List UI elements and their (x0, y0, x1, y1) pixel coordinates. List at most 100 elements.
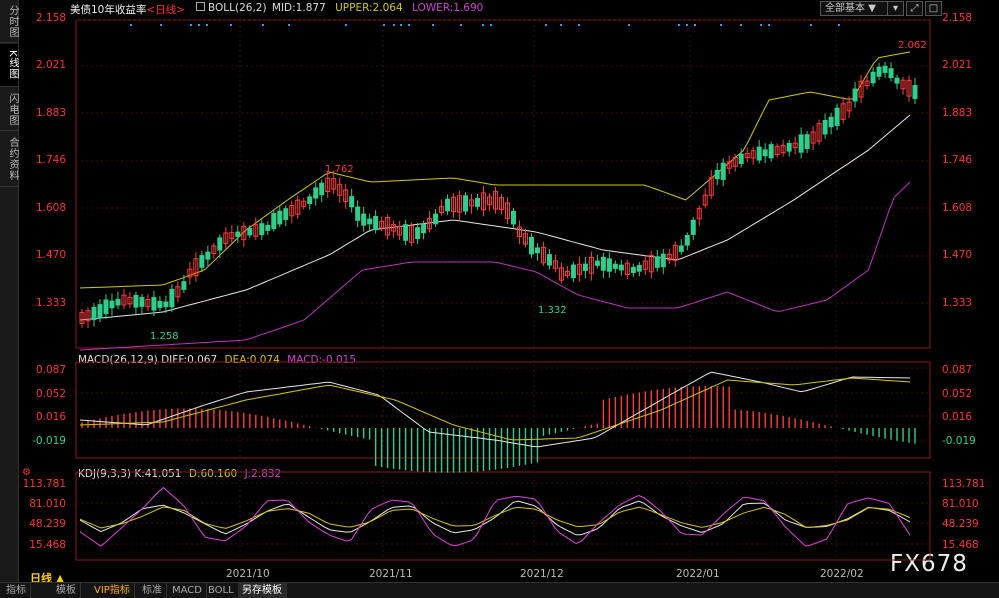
candle-body (97, 304, 103, 319)
boll-lower-line (79, 181, 911, 351)
event-marker-dot (408, 24, 410, 26)
candle-body (852, 88, 858, 102)
candle-body (181, 281, 187, 290)
candle-body (756, 146, 762, 161)
candle-body (822, 119, 828, 135)
candle-body (738, 153, 744, 164)
candle-body (367, 218, 373, 225)
event-marker-dot (560, 24, 562, 26)
event-marker-dot (432, 24, 434, 26)
candle-body (433, 213, 439, 225)
candle-body (355, 206, 361, 221)
bottom-toolbar: 指标 模板 VIP指标 标准 MACD BOLL 另存模板 (0, 582, 999, 598)
candle-body (109, 300, 115, 309)
candle-body (349, 196, 355, 208)
tab-vip-indicator[interactable]: VIP指标 (90, 583, 135, 598)
tab-macd[interactable]: MACD (168, 583, 207, 598)
event-marker-dot (460, 24, 462, 26)
candle-body (421, 223, 427, 234)
candle-body (307, 196, 313, 205)
candle-body (834, 107, 840, 126)
candle-body (157, 300, 163, 308)
panel-frame (75, 361, 931, 459)
event-marker-dot (810, 24, 812, 26)
candle-body (169, 288, 175, 308)
candle-body (534, 247, 540, 254)
candle-body (804, 134, 810, 150)
candle-body (361, 213, 367, 226)
event-marker-dot (545, 24, 547, 26)
candle-body (139, 296, 145, 307)
candle-body (888, 68, 894, 79)
candle-body (582, 263, 588, 271)
event-marker-dot (740, 24, 742, 26)
boll-upper-line (79, 51, 911, 289)
event-marker-dot (230, 24, 232, 26)
candle-body (768, 144, 774, 159)
candle-body (690, 219, 696, 235)
event-marker-dot (288, 24, 290, 26)
event-marker-dot (160, 24, 162, 26)
candle-body (798, 134, 804, 153)
candle-body (235, 231, 241, 237)
candle-body (91, 306, 97, 321)
candle-body (720, 162, 726, 180)
candle-body (660, 253, 666, 268)
candle-body (912, 85, 918, 99)
candle-body (415, 227, 421, 240)
event-marker-dot (760, 24, 762, 26)
event-marker-dot (720, 24, 722, 26)
tab-save-template[interactable]: 另存模板 (238, 583, 287, 598)
event-marker-dot (838, 24, 840, 26)
candle-body (373, 215, 379, 231)
candle-body (528, 236, 534, 255)
chart-canvas[interactable] (0, 0, 999, 582)
candle-body (630, 266, 636, 273)
event-marker-dot (768, 24, 770, 26)
candle-body (546, 254, 552, 266)
event-marker-dot (400, 24, 402, 26)
candle-body (217, 237, 223, 251)
candle-body (313, 187, 319, 199)
candle-body (654, 256, 660, 268)
candle-body (265, 224, 271, 231)
candle-body (636, 265, 642, 272)
candle-body (828, 116, 834, 128)
candle-body (882, 65, 888, 73)
candle-body (103, 299, 109, 314)
candle-body (612, 263, 618, 269)
event-marker-dot (383, 24, 385, 26)
tab-indicator[interactable]: 指标 (2, 583, 31, 598)
candle-body (714, 169, 720, 180)
tab-standard[interactable]: 标准 (138, 583, 167, 598)
candle-body (271, 212, 277, 230)
candle-body (570, 264, 576, 279)
candle-body (403, 224, 409, 241)
kdj-k-line (79, 500, 911, 536)
candle-body (115, 298, 121, 306)
panel-frame (75, 19, 931, 349)
tab-template[interactable]: 模板 (52, 583, 81, 598)
candle-body (133, 294, 139, 308)
candle-body (205, 251, 211, 260)
candle-body (463, 195, 469, 212)
candle-body (151, 297, 157, 311)
candle-body (319, 182, 325, 196)
candle-body (894, 77, 900, 84)
candle-body (870, 71, 876, 84)
candle-body (762, 149, 768, 157)
candle-body (445, 198, 451, 212)
candle-body (684, 235, 690, 246)
event-marker-dot (694, 24, 696, 26)
event-marker-dot (578, 24, 580, 26)
event-marker-dot (678, 24, 680, 26)
event-marker-dot (393, 24, 395, 26)
event-marker-dot (482, 24, 484, 26)
candle-body (283, 208, 289, 220)
event-marker-dot (198, 24, 200, 26)
event-marker-dot (206, 24, 208, 26)
event-marker-dot (130, 24, 132, 26)
event-marker-dot (686, 24, 688, 26)
candle-body (876, 66, 882, 77)
tab-boll[interactable]: BOLL (204, 583, 239, 598)
